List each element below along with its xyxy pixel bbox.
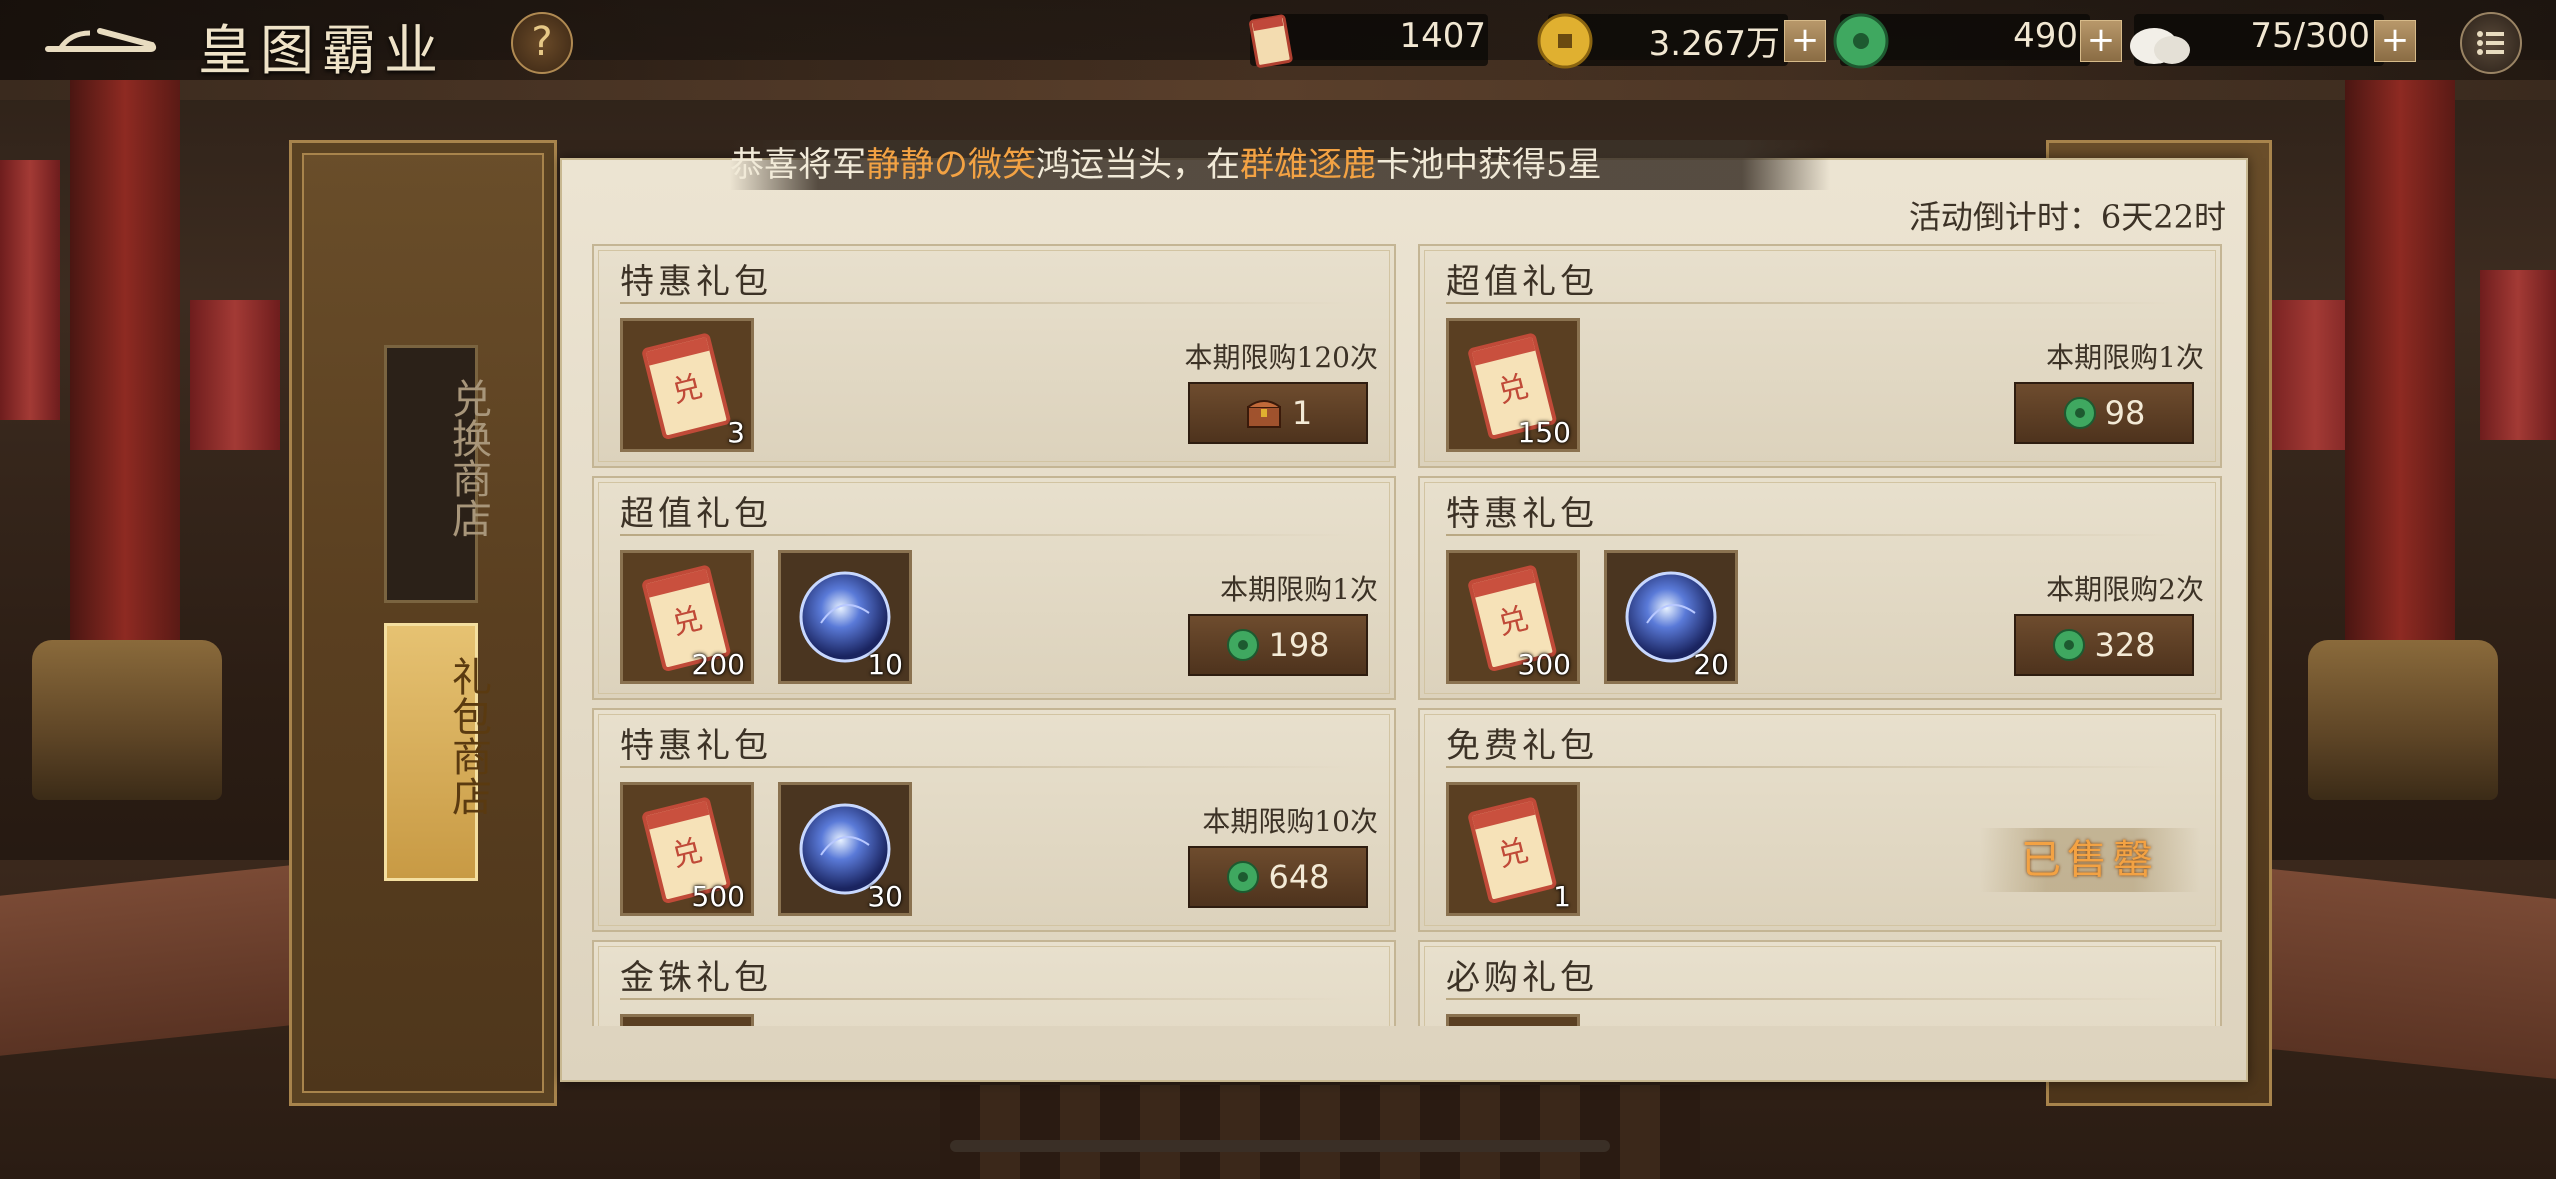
announcement-marquee: 恭喜将军静静の微笑鸿运当头，在群雄逐鹿卡池中获得5星	[730, 140, 1830, 190]
pack-card: 超值礼包 150 本期限购1次 98	[1418, 244, 2222, 468]
buy-button[interactable]: 1	[1188, 382, 1368, 444]
pack-item[interactable]: 500	[620, 782, 754, 916]
pack-item[interactable]: 200	[620, 550, 754, 684]
back-button[interactable]	[30, 6, 170, 74]
gold-count: 3.267万	[1648, 24, 1780, 64]
pack-title: 免费礼包	[1446, 726, 1598, 766]
pack-card: 特惠礼包 300 20 本期限购2次 328	[1418, 476, 2222, 700]
jade-coin-icon	[1227, 861, 1260, 893]
marquee-middle: 鸿运当头，在	[1036, 145, 1240, 185]
price-value: 198	[1268, 626, 1330, 664]
help-button[interactable]: ?	[511, 12, 573, 74]
purchase-limit: 本期限购1次	[1220, 573, 1378, 606]
stamina-count: 75/300	[2250, 16, 2370, 56]
add-gold-button[interactable]: +	[1784, 20, 1826, 62]
pack-card: 超值礼包 200 10 本期限购1次 198	[592, 476, 1396, 700]
treasure-chest-icon	[1246, 400, 1281, 428]
pack-title: 超值礼包	[1446, 262, 1598, 302]
pack-title: 特惠礼包	[1446, 494, 1598, 534]
item-count: 150	[1517, 416, 1571, 449]
exchange-ticket-icon	[621, 1015, 753, 1026]
pack-title: 金铢礼包	[620, 958, 772, 998]
tab-gift-shop[interactable]: 礼包商店	[384, 623, 491, 881]
price-value: 98	[2104, 394, 2146, 432]
pack-list[interactable]: 特惠礼包 3 本期限购120次 1 超值礼包 150 本期限购1次 98 超值礼…	[592, 244, 2232, 1026]
jade-count: 490	[2013, 16, 2078, 56]
shop-tab-panel: 兑换商店 礼包商店	[289, 140, 557, 1106]
gold-coin-icon	[1537, 13, 1593, 69]
item-count: 1	[1553, 880, 1571, 913]
pack-card: 特惠礼包 3 本期限购120次 1	[592, 244, 1396, 468]
item-count: 30	[867, 880, 903, 913]
item-count: 300	[1517, 648, 1571, 681]
buy-button[interactable]: 328	[2014, 614, 2194, 676]
item-count: 200	[691, 648, 745, 681]
buy-button[interactable]: 648	[1188, 846, 1368, 908]
menu-button[interactable]	[2460, 12, 2522, 74]
pack-item[interactable]: 1	[1446, 782, 1580, 916]
pack-card: 金铢礼包	[592, 940, 1396, 1026]
pack-card: 免费礼包 1 已售罄	[1418, 708, 2222, 932]
jade-coin-icon	[2053, 629, 2086, 661]
pack-item[interactable]: 3	[620, 318, 754, 452]
purchase-limit: 本期限购10次	[1202, 805, 1378, 838]
item-count: 20	[1693, 648, 1729, 681]
marquee-suffix: 卡池中获得5星	[1376, 145, 1602, 185]
add-stamina-button[interactable]: +	[2374, 20, 2416, 62]
pack-item[interactable]	[620, 1014, 754, 1026]
pack-item[interactable]: 300	[1446, 550, 1580, 684]
home-indicator[interactable]	[950, 1140, 1610, 1152]
price-value: 648	[1268, 858, 1330, 896]
list-menu-icon	[2477, 31, 2504, 55]
pack-title: 超值礼包	[620, 494, 772, 534]
item-count: 10	[867, 648, 903, 681]
price-value: 328	[2094, 626, 2156, 664]
tab-exchange-shop-label: 兑换商店	[445, 378, 491, 538]
exchange-ticket-icon	[1447, 1015, 1579, 1026]
sold-out-label: 已售罄	[1980, 828, 2200, 892]
pack-item[interactable]: 30	[778, 782, 912, 916]
jade-coin-icon	[2063, 397, 2096, 429]
item-count: 500	[691, 880, 745, 913]
jade-coin-icon	[1833, 13, 1889, 69]
page-title: 皇图霸业	[198, 19, 446, 82]
marquee-player: 静静の微笑	[866, 145, 1036, 185]
pack-card: 特惠礼包 500 30 本期限购10次 648	[592, 708, 1396, 932]
buy-button[interactable]: 198	[1188, 614, 1368, 676]
item-count: 3	[727, 416, 745, 449]
pack-item[interactable]: 10	[778, 550, 912, 684]
pack-title: 特惠礼包	[620, 726, 772, 766]
pack-item[interactable]	[1446, 1014, 1580, 1026]
purchase-limit: 本期限购1次	[2046, 341, 2204, 374]
jade-coin-icon	[1227, 629, 1260, 661]
pack-card: 必购礼包	[1418, 940, 2222, 1026]
top-bar: 皇图霸业 ? 1407 3.267万 + 490 + 75/300 +	[0, 0, 2556, 82]
back-arrow-icon	[45, 28, 157, 52]
marquee-pool: 群雄逐鹿	[1240, 145, 1376, 185]
ticket-icon	[1249, 14, 1293, 68]
add-jade-button[interactable]: +	[2080, 20, 2122, 62]
buy-button[interactable]: 98	[2014, 382, 2194, 444]
pack-title: 必购礼包	[1446, 958, 1598, 998]
ticket-count: 1407	[1399, 16, 1486, 56]
tab-gift-shop-label: 礼包商店	[445, 656, 491, 816]
marquee-prefix: 恭喜将军	[730, 145, 866, 185]
pack-item[interactable]: 20	[1604, 550, 1738, 684]
purchase-limit: 本期限购120次	[1184, 341, 1378, 374]
pack-item[interactable]: 150	[1446, 318, 1580, 452]
pack-title: 特惠礼包	[620, 262, 772, 302]
tab-exchange-shop[interactable]: 兑换商店	[384, 345, 491, 603]
price-value: 1	[1291, 394, 1313, 432]
steamed-bun-icon	[2130, 28, 2190, 64]
event-countdown: 活动倒计时：6天22时	[1908, 198, 2226, 236]
purchase-limit: 本期限购2次	[2046, 573, 2204, 606]
